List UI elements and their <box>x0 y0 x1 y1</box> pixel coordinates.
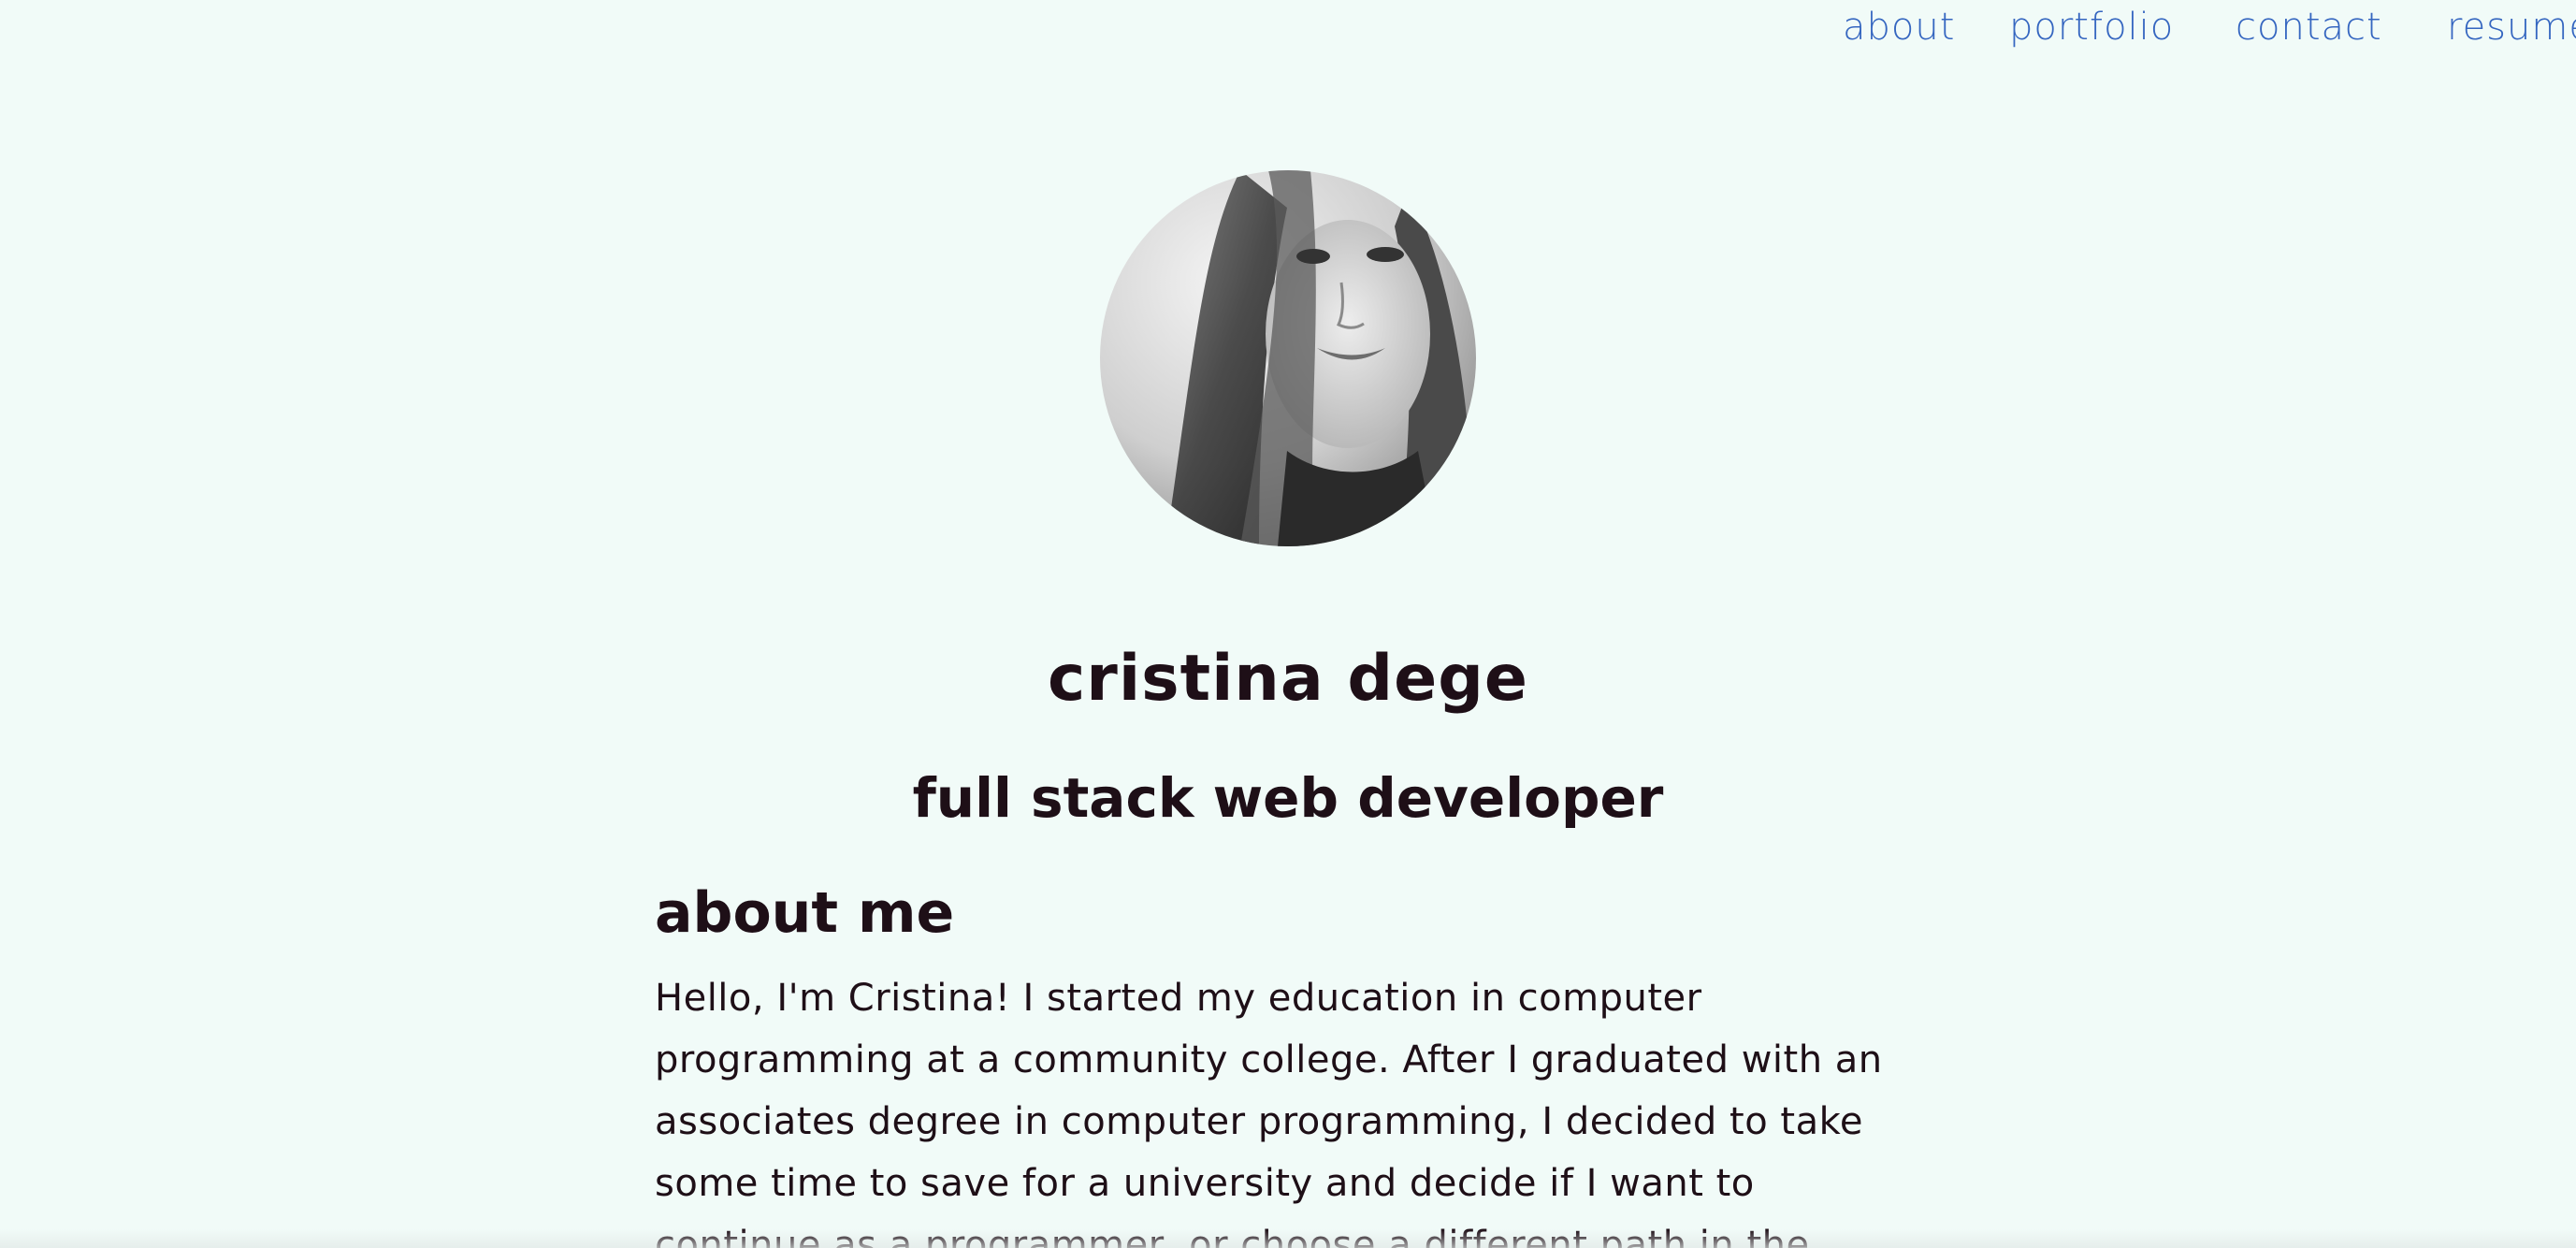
profile-photo <box>1100 170 1476 546</box>
about-heading: about me <box>655 880 955 946</box>
bottom-fade <box>0 1229 2576 1248</box>
nav-link-contact[interactable]: contact <box>2236 6 2382 49</box>
nav-link-portfolio[interactable]: portfolio <box>2009 6 2174 49</box>
top-nav: about portfolio contact resume <box>0 0 2576 65</box>
profile-name: cristina dege <box>1047 642 1528 716</box>
about-paragraph: Hello, I'm Cristina! I started my educat… <box>655 977 1883 1248</box>
nav-link-about[interactable]: about <box>1843 6 1955 49</box>
nav-link-resume[interactable]: resume <box>2447 6 2576 49</box>
profile-title: full stack web developer <box>912 766 1664 830</box>
